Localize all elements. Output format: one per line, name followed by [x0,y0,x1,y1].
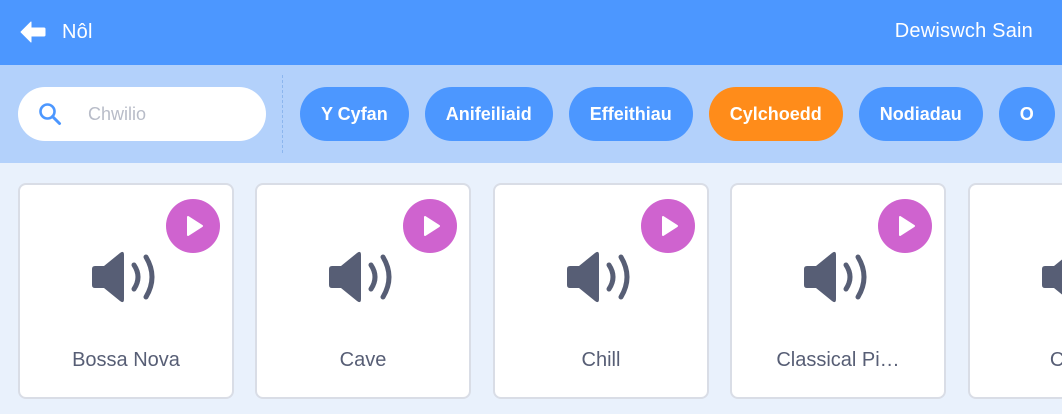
play-icon [899,216,915,236]
play-button[interactable] [403,199,457,253]
page-title: Dewiswch Sain [894,20,1033,42]
play-button[interactable] [641,199,695,253]
sound-card[interactable]: Cymb [968,183,1062,399]
sound-name: Classical Pi… [776,349,900,371]
sound-name: Bossa Nova [72,349,180,371]
header-bar: Nôl Dewiswch Sain [0,0,1062,65]
play-icon [662,216,678,236]
play-icon [187,216,203,236]
category-tabs: Y Cyfan Anifeiliaid Effeithiau Cylchoedd… [300,87,1055,141]
play-icon [424,216,440,236]
tab-animals[interactable]: Anifeiliaid [424,87,553,141]
filter-bar: Y Cyfan Anifeiliaid Effeithiau Cylchoedd… [0,65,1062,163]
tab-effects[interactable]: Effeithiau [568,87,693,141]
sound-name: Cymb [1049,349,1062,371]
sound-card[interactable]: Bossa Nova [18,183,234,399]
play-button[interactable] [166,199,220,253]
search-icon [39,103,61,125]
speaker-icon [802,249,874,305]
sound-name: Cave [339,349,387,371]
play-button[interactable] [878,199,932,253]
sound-card[interactable]: Classical Pi… [730,183,946,399]
sound-card[interactable]: Chill [493,183,709,399]
tab-loops[interactable]: Cylchoedd [708,87,843,141]
search-input[interactable] [88,103,248,125]
sound-name: Chill [581,349,621,371]
divider [282,75,283,153]
tab-all[interactable]: Y Cyfan [300,87,409,141]
tab-notes[interactable]: Nodiadau [858,87,983,141]
tab-other[interactable]: O [998,87,1055,141]
speaker-icon [565,249,637,305]
speaker-icon [327,249,399,305]
arrow-left-icon [20,21,46,43]
sound-grid: Bossa Nova Cave Chill Classical Pi… C [18,183,1062,414]
speaker-icon [1040,249,1062,305]
search-box[interactable] [18,87,266,141]
speaker-icon [90,249,162,305]
back-button[interactable]: Nôl [20,18,93,46]
sound-card[interactable]: Cave [255,183,471,399]
back-label: Nôl [62,20,93,43]
